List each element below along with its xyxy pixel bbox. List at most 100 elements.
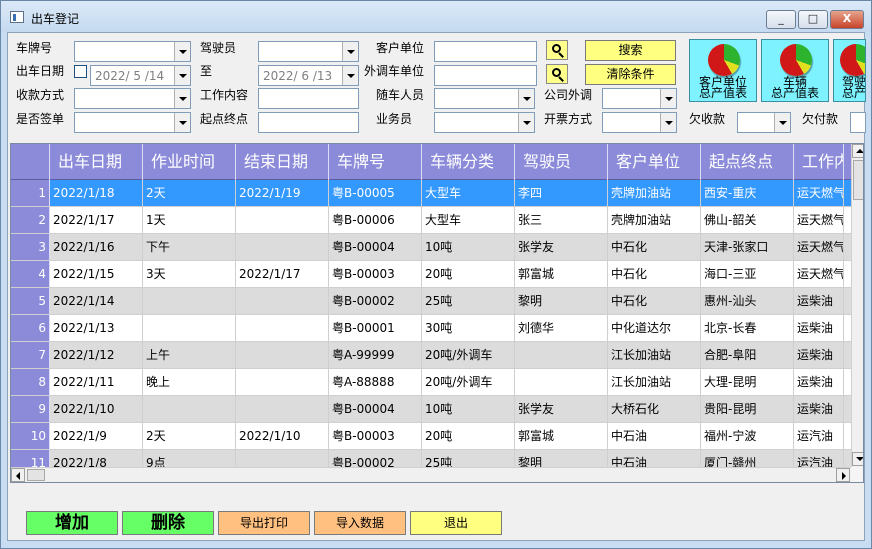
- row-number[interactable]: 5: [11, 288, 50, 314]
- plate-combo[interactable]: [74, 41, 191, 62]
- scroll-down-button[interactable]: [852, 452, 863, 466]
- trip-grid[interactable]: 出车日期作业时间结束日期车牌号车辆分类驾驶员客户单位起点终点工作内容 12022…: [10, 143, 864, 483]
- table-cell[interactable]: 运天燃气: [794, 234, 844, 260]
- search-button[interactable]: 搜索: [585, 40, 676, 61]
- chevron-down-icon[interactable]: [774, 113, 790, 132]
- column-header[interactable]: 工作内容: [794, 144, 844, 180]
- table-cell[interactable]: 2天: [143, 423, 236, 449]
- import-data-button[interactable]: 导入数据: [314, 511, 406, 535]
- chevron-down-icon[interactable]: [518, 113, 534, 132]
- chevron-down-icon[interactable]: [660, 89, 676, 108]
- owed-pay-input[interactable]: [850, 112, 866, 133]
- table-cell[interactable]: 黎明: [515, 288, 608, 314]
- column-header[interactable]: 起点终点: [701, 144, 794, 180]
- table-cell[interactable]: 江长加油站: [608, 342, 701, 368]
- column-header[interactable]: 结束日期: [236, 144, 329, 180]
- row-number[interactable]: 4: [11, 261, 50, 287]
- close-button[interactable]: X: [830, 10, 864, 29]
- row-number[interactable]: 1: [11, 180, 50, 206]
- table-cell[interactable]: 大型车: [422, 207, 515, 233]
- table-cell[interactable]: 中石化: [608, 261, 701, 287]
- row-number[interactable]: 3: [11, 234, 50, 260]
- delete-button[interactable]: 删除: [122, 511, 214, 535]
- vertical-scrollbar[interactable]: [851, 144, 863, 467]
- table-row[interactable]: 2 2022/1/17 1天 粤B-00006 大型车 张三 壳牌加油站 佛山-韶关 运天燃气: [11, 207, 851, 234]
- table-cell[interactable]: 合肥-阜阳: [701, 342, 794, 368]
- column-header[interactable]: 作业时间: [143, 144, 236, 180]
- table-cell[interactable]: 粤B-00005: [329, 180, 422, 206]
- table-cell[interactable]: 张学友: [515, 234, 608, 260]
- table-cell[interactable]: 运柴油: [794, 369, 844, 395]
- table-cell[interactable]: [143, 315, 236, 341]
- row-number[interactable]: 6: [11, 315, 50, 341]
- table-cell[interactable]: 10吨: [422, 234, 515, 260]
- table-cell[interactable]: 10吨: [422, 396, 515, 422]
- table-cell[interactable]: 张学友: [515, 396, 608, 422]
- clear-conditions-button[interactable]: 清除条件: [585, 64, 676, 85]
- table-cell[interactable]: [236, 315, 329, 341]
- table-row[interactable]: 4 2022/1/15 3天 2022/1/17 粤B-00003 20吨 郭富城 中石化 海口…: [11, 261, 851, 288]
- table-cell[interactable]: 中化道达尔: [608, 315, 701, 341]
- client-input[interactable]: [434, 41, 537, 62]
- row-number[interactable]: 8: [11, 369, 50, 395]
- row-number[interactable]: 9: [11, 396, 50, 422]
- route-input[interactable]: [258, 112, 359, 133]
- table-cell[interactable]: 2022/1/10: [236, 423, 329, 449]
- table-cell[interactable]: 运汽油: [794, 423, 844, 449]
- table-cell[interactable]: 2022/1/13: [50, 315, 143, 341]
- column-header[interactable]: 车牌号: [329, 144, 422, 180]
- table-cell[interactable]: [515, 369, 608, 395]
- table-cell[interactable]: 下午: [143, 234, 236, 260]
- title-bar[interactable]: 出车登记 _ □ X: [1, 1, 871, 32]
- table-cell[interactable]: 壳牌加油站: [608, 180, 701, 206]
- table-cell[interactable]: [236, 396, 329, 422]
- table-cell[interactable]: 2022/1/12: [50, 342, 143, 368]
- column-header[interactable]: 车辆分类: [422, 144, 515, 180]
- table-cell[interactable]: [143, 288, 236, 314]
- table-cell[interactable]: 江长加油站: [608, 369, 701, 395]
- table-row[interactable]: 8 2022/1/11 晚上 粤A-88888 20吨/外调车 江长加油站 大理-昆明 运柴油: [11, 369, 851, 396]
- table-cell[interactable]: 运柴油: [794, 288, 844, 314]
- table-row[interactable]: 6 2022/1/13 粤B-00001 30吨 刘德华 中化道达尔 北京-长春 运柴油: [11, 315, 851, 342]
- chevron-down-icon[interactable]: [660, 113, 676, 132]
- table-cell[interactable]: 惠州-汕头: [701, 288, 794, 314]
- table-cell[interactable]: 上午: [143, 342, 236, 368]
- driver-report-button[interactable]: 驾驶 总产: [833, 39, 866, 102]
- table-row[interactable]: 5 2022/1/14 粤B-00002 25吨 黎明 中石化 惠州-汕头 运柴油: [11, 288, 851, 315]
- table-row[interactable]: 3 2022/1/16 下午 粤B-00004 10吨 张学友 中石化 天津-张家口 运天燃气: [11, 234, 851, 261]
- minimize-button[interactable]: _: [766, 10, 796, 29]
- table-cell[interactable]: 运天燃气: [794, 261, 844, 287]
- external-input[interactable]: [434, 65, 537, 86]
- table-cell[interactable]: 郭富城: [515, 423, 608, 449]
- table-cell[interactable]: 粤B-00006: [329, 207, 422, 233]
- table-cell[interactable]: 2022/1/16: [50, 234, 143, 260]
- table-cell[interactable]: 中石化: [608, 234, 701, 260]
- row-number[interactable]: 10: [11, 423, 50, 449]
- table-cell[interactable]: 25吨: [422, 288, 515, 314]
- table-cell[interactable]: 20吨/外调车: [422, 342, 515, 368]
- column-header[interactable]: 驾驶员: [515, 144, 608, 180]
- chevron-down-icon[interactable]: [174, 42, 190, 61]
- table-cell[interactable]: 粤B-00004: [329, 396, 422, 422]
- table-cell[interactable]: 中石化: [608, 288, 701, 314]
- table-cell[interactable]: 北京-长春: [701, 315, 794, 341]
- table-row[interactable]: 7 2022/1/12 上午 粤A-99999 20吨/外调车 江长加油站 合肥-阜阳 运柴油: [11, 342, 851, 369]
- chevron-down-icon[interactable]: [518, 89, 534, 108]
- signed-combo[interactable]: [74, 112, 191, 133]
- chevron-down-icon[interactable]: [342, 42, 358, 61]
- table-cell[interactable]: 粤B-00001: [329, 315, 422, 341]
- exit-button[interactable]: 退出: [410, 511, 502, 535]
- client-report-button[interactable]: 客户单位 总产值表: [689, 39, 757, 102]
- column-header[interactable]: 客户单位: [608, 144, 701, 180]
- table-cell[interactable]: 西安-重庆: [701, 180, 794, 206]
- table-cell[interactable]: 晚上: [143, 369, 236, 395]
- table-row[interactable]: 1 2022/1/18 2天 2022/1/19 粤B-00005 大型车 李四 壳牌加油站西…: [11, 180, 851, 207]
- table-cell[interactable]: 运天燃气: [794, 207, 844, 233]
- table-cell[interactable]: 中石油: [608, 423, 701, 449]
- table-cell[interactable]: 2022/1/11: [50, 369, 143, 395]
- escort-combo[interactable]: [434, 88, 535, 109]
- table-cell[interactable]: 运柴油: [794, 315, 844, 341]
- table-cell[interactable]: 2022/1/14: [50, 288, 143, 314]
- table-cell[interactable]: 3天: [143, 261, 236, 287]
- table-cell[interactable]: 运柴油: [794, 342, 844, 368]
